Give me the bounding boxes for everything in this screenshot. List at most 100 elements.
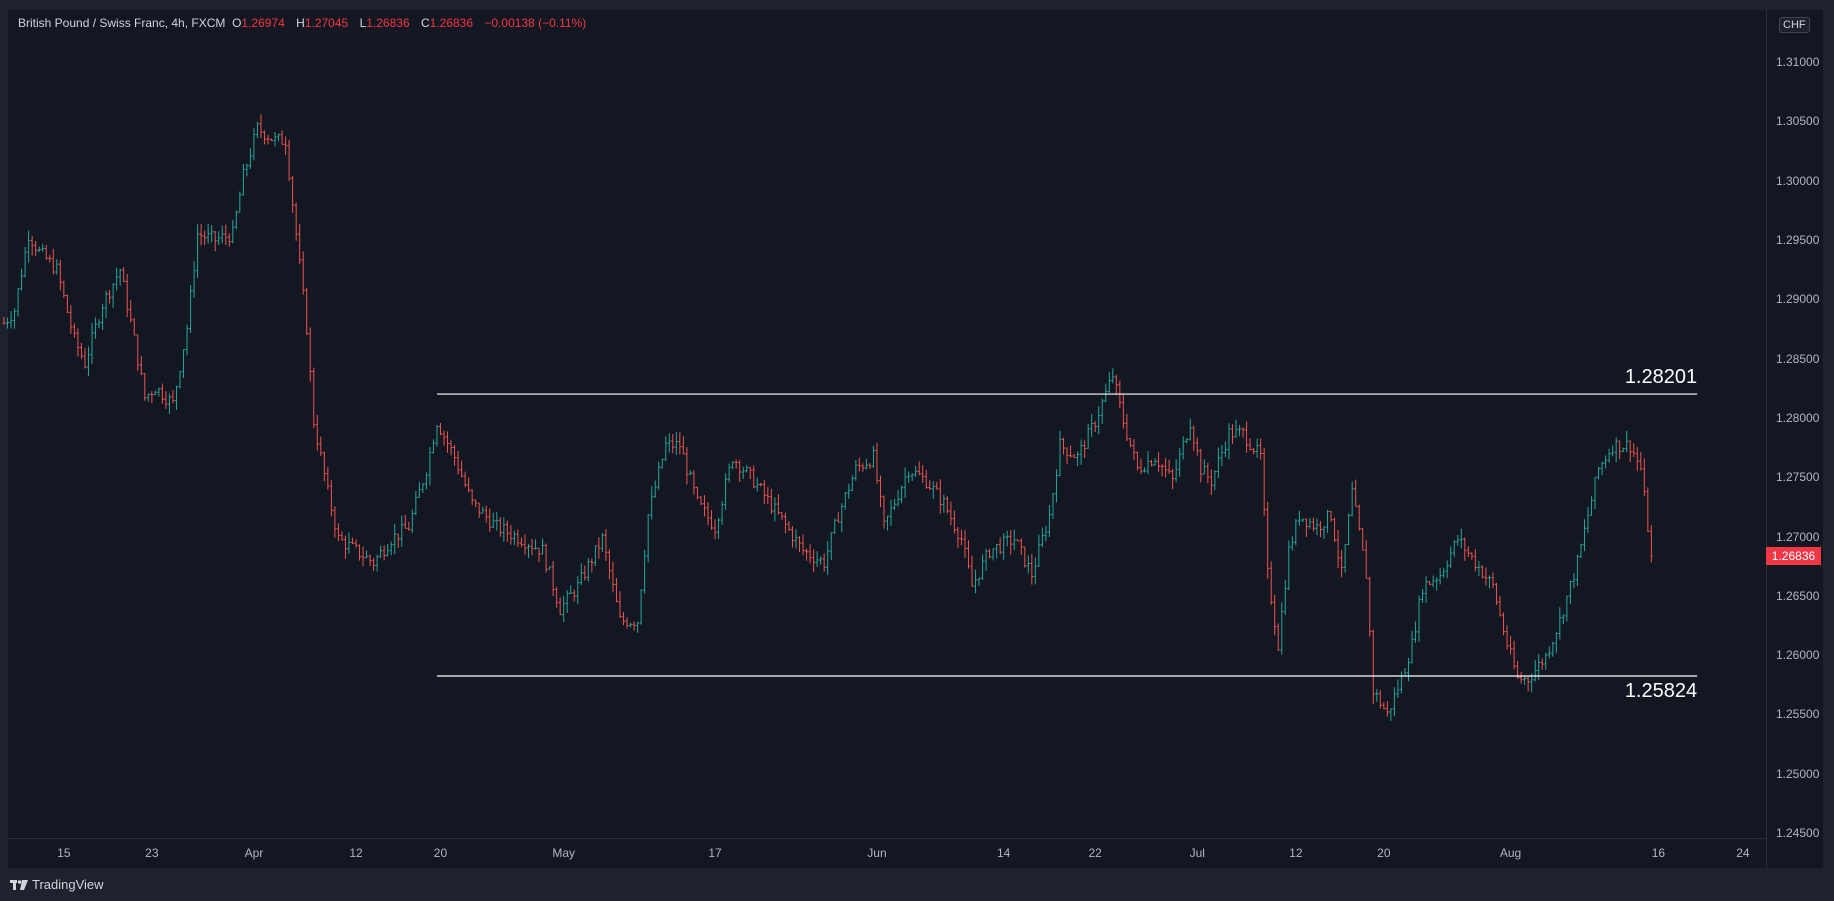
ohlc-bar	[421, 482, 425, 494]
ohlc-bar	[1072, 453, 1076, 459]
ohlc-bar	[833, 518, 837, 535]
ohlc-bar	[900, 485, 904, 504]
ohlc-bar	[266, 134, 270, 145]
ohlc-bar	[1509, 635, 1513, 655]
ohlc-bar	[678, 432, 682, 455]
ohlc-bar	[1107, 372, 1111, 393]
ohlc-bar	[586, 558, 590, 582]
ohlc-bar	[1533, 659, 1537, 682]
ohlc-bar	[210, 225, 214, 243]
ohlc-bar	[878, 475, 882, 508]
ohlc-bar	[1255, 438, 1259, 459]
symbol-title[interactable]: British Pound / Swiss Franc, 4h, FXCM	[18, 16, 225, 30]
ohlc-bar	[1646, 487, 1650, 533]
ohlc-bar	[1361, 528, 1365, 551]
ohlc-bar	[745, 465, 749, 473]
ohlc-bar	[738, 460, 742, 483]
ohlc-bar	[1033, 557, 1037, 585]
ohlc-bar	[590, 558, 594, 573]
ohlc-bar	[1195, 437, 1199, 457]
ohlc-bar	[65, 294, 69, 313]
ohlc-bar	[1431, 575, 1435, 588]
ohlc-bar	[988, 548, 992, 559]
ohlc-bar	[262, 130, 266, 145]
ohlc-bar	[1125, 413, 1129, 442]
ohlc-bar	[886, 515, 890, 531]
ohlc-bar	[291, 175, 295, 213]
ohlc-bar	[643, 549, 647, 594]
ohlc-bar	[1188, 418, 1192, 441]
ohlc-bar	[537, 547, 541, 562]
ohlc-bar	[178, 370, 182, 389]
ohlc-bar	[1308, 518, 1312, 529]
ohlc-bar	[945, 496, 949, 514]
ohlc-bar	[1040, 527, 1044, 548]
ohlc-bar	[1276, 623, 1280, 651]
ohlc-bar	[702, 495, 706, 517]
ohlc-bar	[812, 549, 816, 573]
ohlc-bar	[671, 434, 675, 454]
ohlc-bar	[326, 467, 330, 490]
tradingview-logo[interactable]: TradingView	[10, 877, 104, 892]
ohlc-bar	[625, 617, 629, 629]
ohlc-bar	[407, 521, 411, 531]
ohlc-bar	[565, 590, 569, 613]
ohlc-bar	[896, 490, 900, 507]
ohlc-bar	[706, 502, 710, 526]
ohlc-bar	[431, 439, 435, 454]
ohlc-bar	[667, 433, 671, 453]
time-tick-label: 16	[1651, 846, 1666, 860]
ohlc-bar	[1216, 447, 1220, 479]
ohlc-bar	[523, 534, 527, 555]
last-price-tag: 1.26836	[1766, 546, 1821, 565]
ohlc-bar	[72, 323, 76, 338]
level-label: 1.25824	[1624, 679, 1698, 702]
ohlc-bar	[164, 391, 168, 409]
close-label: C	[420, 16, 430, 30]
ohlc-bar	[1252, 448, 1256, 455]
ohlc-bar	[139, 355, 143, 376]
ohlc-bar	[1181, 436, 1185, 460]
ohlc-bar	[1642, 458, 1646, 496]
time-tick-label: 14	[996, 846, 1011, 860]
ohlc-bar	[907, 471, 911, 483]
ohlc-bar	[688, 470, 692, 475]
ohlc-bar	[44, 244, 48, 260]
ohlc-bar	[386, 544, 390, 557]
ohlc-bar	[238, 191, 242, 213]
ohlc-bar	[1593, 476, 1597, 510]
ohlc-bar	[1604, 455, 1608, 469]
ohlc-bar	[312, 367, 316, 429]
ohlc-bar	[938, 479, 942, 514]
currency-button[interactable]: CHF	[1779, 17, 1810, 33]
time-tick-label: 23	[145, 846, 159, 860]
ohlc-bar	[576, 576, 580, 605]
open-value: 1.26974	[241, 16, 285, 30]
ohlc-bar	[315, 414, 319, 451]
ohlc-bar	[614, 578, 618, 603]
time-tick-label: 17	[708, 846, 722, 860]
ohlc-bar	[1114, 374, 1118, 395]
high-value: 1.27045	[304, 16, 349, 30]
ohlc-bar	[882, 495, 886, 529]
ohlc-bar	[1502, 612, 1506, 636]
ohlc-bar	[935, 481, 939, 490]
ohlc-bar	[1523, 675, 1527, 685]
ohlc-bar	[903, 467, 907, 498]
ohlc-bar	[358, 544, 362, 561]
ohlc-bar	[1227, 423, 1231, 460]
ohlc-bar	[1505, 625, 1509, 650]
ohlc-bar	[248, 148, 252, 169]
ohlc-bar	[734, 459, 738, 469]
price-chart[interactable]	[0, 0, 1766, 838]
ohlc-bar	[1121, 393, 1125, 429]
ohlc-bar	[213, 231, 217, 252]
ohlc-bar	[23, 246, 27, 278]
ohlc-bar	[1389, 708, 1393, 721]
ohlc-bar	[1178, 448, 1182, 477]
ohlc-bar	[1487, 575, 1491, 589]
ohlc-bar	[1526, 676, 1530, 692]
ohlc-bar	[410, 509, 414, 533]
time-tick-label: Jun	[867, 846, 887, 860]
change-value: −0.00138 (−0.11%)	[484, 16, 587, 30]
